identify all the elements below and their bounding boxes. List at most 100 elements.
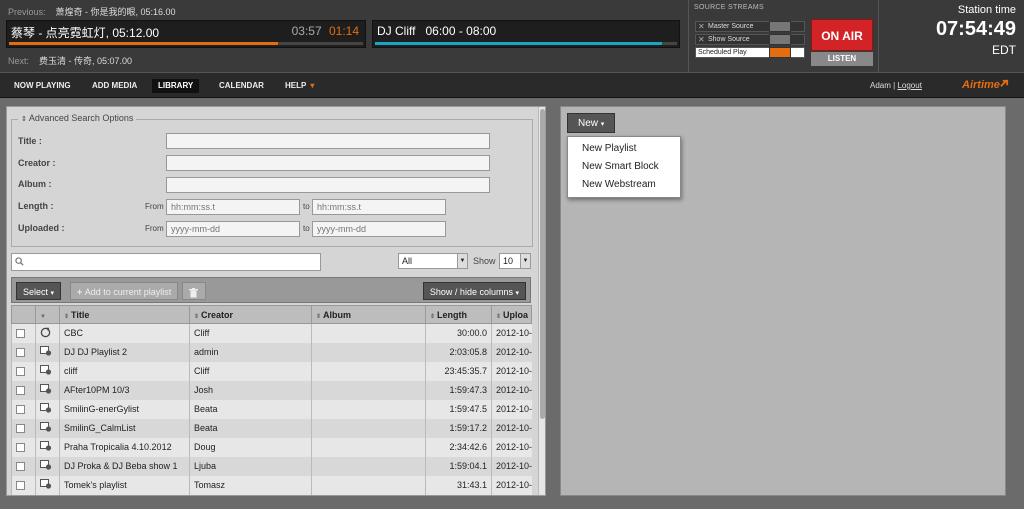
row-checkbox-cell[interactable] <box>11 380 36 400</box>
row-creator: admin <box>189 342 312 362</box>
row-checkbox-cell[interactable] <box>11 475 36 495</box>
nav-help[interactable]: HELP ▾ <box>279 79 320 93</box>
row-type-cell[interactable] <box>35 437 60 457</box>
on-air-indicator: ON AIR <box>811 19 873 51</box>
table-row[interactable]: DJ Proka & DJ Beba show 1 Ljuba 1:59:04.1 2… <box>11 456 532 476</box>
col-creator-header[interactable]: ⇕ Creator <box>189 305 312 324</box>
show-source-toggle[interactable] <box>769 34 791 45</box>
row-checkbox-cell[interactable] <box>11 323 36 343</box>
row-checkbox[interactable] <box>16 348 25 358</box>
row-checkbox[interactable] <box>16 443 25 453</box>
search-input[interactable] <box>28 255 318 269</box>
table-row[interactable]: SmilinG_CalmList Beata 1:59:17.2 2012-10- <box>11 418 532 438</box>
advanced-search-legend: Advanced Search Options <box>28 113 134 123</box>
row-type-cell[interactable] <box>35 475 60 495</box>
type-filter-select[interactable]: All ▼ <box>398 253 468 269</box>
playlist-icon[interactable] <box>40 346 52 358</box>
menu-item-new-smart-block[interactable]: New Smart Block <box>568 158 680 176</box>
row-checkbox-cell[interactable] <box>11 342 36 362</box>
nav-now-playing[interactable]: NOW PLAYING <box>8 79 77 93</box>
title-field[interactable] <box>166 133 490 149</box>
row-type-cell[interactable] <box>35 342 60 362</box>
scheduled-play-toggle[interactable] <box>769 47 791 58</box>
row-checkbox[interactable] <box>16 386 25 396</box>
row-type-cell[interactable] <box>35 323 60 343</box>
delete-button[interactable] <box>182 282 206 300</box>
album-field[interactable] <box>166 177 490 193</box>
new-button[interactable]: New ▾ <box>567 113 616 133</box>
table-row[interactable]: AFter10PM 10/3 Josh 1:59:47.3 2012-10- <box>11 380 532 400</box>
playlist-icon[interactable] <box>40 403 52 415</box>
row-uploaded: 2012-10- <box>491 323 532 343</box>
row-type-cell[interactable] <box>35 399 60 419</box>
station-time: 07:54:49 <box>935 18 1016 40</box>
row-type-cell[interactable] <box>35 361 60 381</box>
length-to-field[interactable] <box>312 199 446 215</box>
row-checkbox[interactable] <box>16 405 25 415</box>
webstream-icon[interactable] <box>40 327 51 340</box>
uploaded-from-field[interactable] <box>166 221 300 237</box>
table-row[interactable]: DJ DJ Playlist 2 admin 2:03:05.8 2012-10- <box>11 342 532 362</box>
table-row[interactable]: Praha Tropicalia 4.10.2012 Doug 2:34:42.6 2… <box>11 437 532 457</box>
col-uploaded-header[interactable]: ⇕ Uploa <box>491 305 532 324</box>
show-count-value: 10 <box>503 256 514 266</box>
playlist-icon[interactable] <box>40 422 52 434</box>
close-icon[interactable]: ✕ <box>698 35 705 45</box>
sort-icon: ⇕ <box>64 313 70 320</box>
row-checkbox[interactable] <box>16 481 25 491</box>
uploaded-to-field[interactable] <box>312 221 446 237</box>
length-from-field[interactable] <box>166 199 300 215</box>
table-row[interactable]: cliff Cliff 23:45:35.7 2012-10- <box>11 361 532 381</box>
select-all-header[interactable] <box>11 305 36 324</box>
uploaded-from-label: From <box>145 224 164 233</box>
show-count-select[interactable]: 10 ▼ <box>499 253 531 269</box>
show-hide-columns-button[interactable]: Show / hide columns ▾ <box>422 282 526 300</box>
row-checkbox[interactable] <box>16 462 25 472</box>
creator-label: Creator : <box>18 158 56 168</box>
row-checkbox-cell[interactable] <box>11 361 36 381</box>
playlist-icon[interactable] <box>40 365 52 377</box>
select-button[interactable]: Select ▾ <box>16 282 62 300</box>
nav-calendar[interactable]: CALENDAR <box>213 79 270 93</box>
listen-button[interactable]: LISTEN <box>811 52 873 66</box>
row-checkbox-cell[interactable] <box>11 399 36 419</box>
row-creator: Ljuba <box>189 456 312 476</box>
library-scrollbar[interactable] <box>538 107 545 495</box>
row-checkbox-cell[interactable] <box>11 437 36 457</box>
row-length: 1:59:47.3 <box>425 380 492 400</box>
row-checkbox[interactable] <box>16 424 25 434</box>
table-row[interactable]: CBC Cliff 30:00.0 2012-10- <box>11 323 532 343</box>
nav-add-media[interactable]: ADD MEDIA <box>86 79 143 93</box>
playlist-icon[interactable] <box>40 384 52 396</box>
row-checkbox-cell[interactable] <box>11 456 36 476</box>
search-icon <box>15 257 24 266</box>
close-icon[interactable]: ✕ <box>698 22 705 32</box>
row-type-cell[interactable] <box>35 380 60 400</box>
add-to-playlist-button[interactable]: + Add to current playlist <box>70 282 179 300</box>
library-panel: ⇕ Advanced Search Options Title : Creato… <box>6 106 546 496</box>
playlist-icon[interactable] <box>40 460 52 472</box>
master-source-toggle[interactable] <box>769 21 791 32</box>
brand-text: Airtime <box>962 79 1000 91</box>
playlist-icon[interactable] <box>40 441 52 453</box>
scrollbar-thumb[interactable] <box>540 109 545 419</box>
col-album-header[interactable]: ⇕ Album <box>311 305 426 324</box>
creator-field[interactable] <box>166 155 490 171</box>
row-type-cell[interactable] <box>35 456 60 476</box>
row-checkbox[interactable] <box>16 329 25 339</box>
type-header[interactable]: ▼ <box>35 305 60 324</box>
nav-library[interactable]: LIBRARY <box>152 79 200 93</box>
col-length-header[interactable]: ⇕ Length <box>425 305 492 324</box>
table-row[interactable]: Tomek's playlist Tomasz 31:43.1 2012-10- <box>11 475 532 495</box>
row-title: CBC <box>59 323 190 343</box>
table-row[interactable]: SmilinG-enerGylist Beata 1:59:47.5 2012-10- <box>11 399 532 419</box>
row-checkbox-cell[interactable] <box>11 418 36 438</box>
playlist-icon[interactable] <box>40 479 52 491</box>
menu-item-new-playlist[interactable]: New Playlist <box>568 140 680 158</box>
col-title-header[interactable]: ⇕ Title <box>59 305 190 324</box>
row-checkbox[interactable] <box>16 367 25 377</box>
row-type-cell[interactable] <box>35 418 60 438</box>
advanced-search-toggle[interactable]: ⇕ Advanced Search Options <box>18 113 137 123</box>
menu-item-new-webstream[interactable]: New Webstream <box>568 176 680 194</box>
logout-link[interactable]: Logout <box>897 81 921 90</box>
